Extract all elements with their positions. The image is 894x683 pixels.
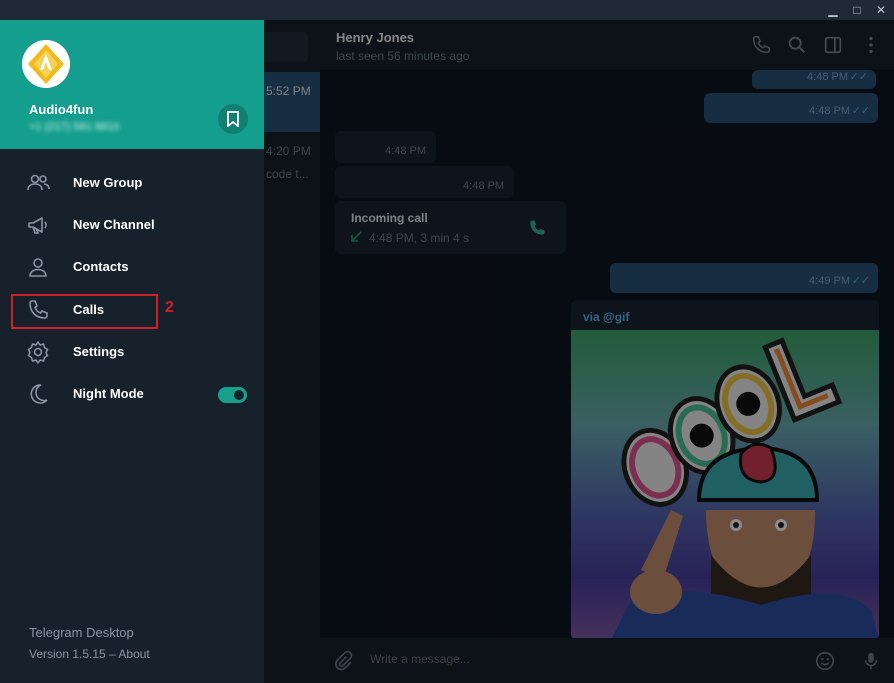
telegram-window: ▁ □ ✕ 5:52 PM 4:20 PM code t... Henry Jo…: [0, 0, 894, 683]
menu-item-label: Contacts: [73, 259, 129, 274]
title-bar: ▁ □ ✕: [0, 0, 894, 20]
close-button[interactable]: ✕: [870, 0, 892, 20]
person-icon: [29, 258, 47, 277]
menu-item-new-group[interactable]: New Group: [0, 162, 264, 204]
night-mode-toggle[interactable]: [218, 387, 247, 403]
moon-icon: [30, 384, 48, 404]
menu-item-label: Night Mode: [73, 386, 144, 401]
profile-name: Audio4fun: [29, 102, 94, 117]
menu-item-settings[interactable]: Settings: [0, 331, 264, 373]
profile-logo: [22, 40, 70, 88]
megaphone-icon: [28, 217, 47, 234]
group-icon: [27, 174, 50, 191]
maximize-button[interactable]: □: [846, 0, 868, 20]
menu-item-label: New Group: [73, 175, 143, 190]
drawer-header: Audio4fun +1 (217) 581 8810: [0, 20, 264, 149]
menu-item-contacts[interactable]: Contacts: [0, 246, 264, 288]
bookmark-icon: [227, 111, 239, 127]
main-menu-drawer: Audio4fun +1 (217) 581 8810 New Group Ne…: [0, 20, 264, 683]
avatar[interactable]: [22, 40, 70, 88]
menu-item-new-channel[interactable]: New Channel: [0, 204, 264, 246]
gear-icon: [27, 341, 49, 364]
menu-item-label: Settings: [73, 344, 125, 359]
profile-phone: +1 (217) 581 8810: [29, 121, 120, 133]
toggle-knob: [232, 388, 246, 402]
annotation-step-number: 2: [165, 299, 174, 316]
annotation-highlight-box: [11, 294, 158, 329]
app-version-link[interactable]: Version 1.5.15 – About: [29, 647, 150, 661]
saved-messages-button[interactable]: [218, 104, 248, 134]
menu-item-label: New Channel: [73, 217, 155, 232]
minimize-button[interactable]: ▁: [822, 0, 844, 20]
app-name: Telegram Desktop: [29, 625, 134, 640]
drawer-backdrop[interactable]: [264, 20, 894, 683]
